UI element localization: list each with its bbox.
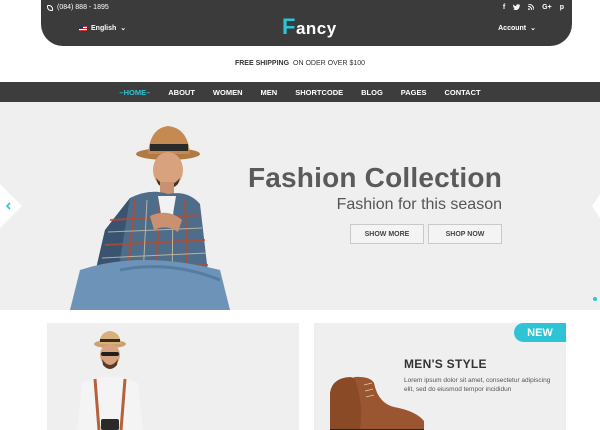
pinterest-icon[interactable]: p xyxy=(560,4,564,12)
account-label: Account xyxy=(498,24,527,32)
nav-pages[interactable]: PAGES xyxy=(392,88,436,97)
nav-women[interactable]: WOMEN xyxy=(204,88,252,97)
slider-next-arrow-icon[interactable] xyxy=(592,194,600,218)
rss-icon[interactable] xyxy=(528,3,535,12)
chevron-down-icon: ⌄ xyxy=(120,25,127,32)
show-more-button[interactable]: SHOW MORE xyxy=(350,224,424,244)
site-logo[interactable]: F ancy xyxy=(282,14,337,40)
nav-contact[interactable]: CONTACT xyxy=(435,88,489,97)
nav-men[interactable]: MEN xyxy=(252,88,287,97)
phone-contact: (084) 888 - 1895 xyxy=(47,4,109,11)
nav-about[interactable]: ABOUT xyxy=(159,88,204,97)
top-bar: (084) 888 - 1895 English ⌄ F ancy f G+ p… xyxy=(41,0,572,46)
chevron-down-icon: ⌄ xyxy=(530,25,536,32)
facebook-icon[interactable]: f xyxy=(503,4,505,12)
nav-shortcode[interactable]: SHORTCODE xyxy=(286,88,352,97)
hero-slider: Fashion Collection Fashion for this seas… xyxy=(0,102,600,310)
promo-card-mens-style[interactable]: NEW MEN'S STYLE Lorem ipsum dolor sit am… xyxy=(314,323,566,430)
language-selector[interactable]: English ⌄ xyxy=(79,24,126,32)
phone-number: (084) 888 - 1895 xyxy=(57,4,109,11)
shop-now-button[interactable]: SHOP NOW xyxy=(428,224,502,244)
shipping-text: ON ODER OVER $100 xyxy=(293,60,366,67)
shipping-notice: FREE SHIPPING ON ODER OVER $100 xyxy=(0,60,600,67)
shipping-bold: FREE SHIPPING xyxy=(234,60,290,67)
slider-prev-arrow-icon[interactable] xyxy=(0,184,22,228)
logo-text: ancy xyxy=(295,19,337,38)
language-label: English xyxy=(91,24,117,32)
mens-style-title: MEN'S STYLE xyxy=(404,357,487,371)
hero-title: Fashion Collection xyxy=(247,162,502,193)
nav-blog[interactable]: BLOG xyxy=(352,88,392,97)
social-links: f G+ p xyxy=(503,3,564,12)
hero-subtitle: Fashion for this season xyxy=(336,196,502,213)
promo-card-left[interactable] xyxy=(47,323,299,430)
twitter-icon[interactable] xyxy=(513,4,521,12)
slider-indicator-dot[interactable] xyxy=(593,297,597,301)
hero-buttons: SHOW MORE SHOP NOW xyxy=(350,224,502,244)
mens-style-description: Lorem ipsum dolor sit amet, consectetur … xyxy=(404,377,551,394)
logo-letter: F xyxy=(282,14,296,39)
man-with-camera-image xyxy=(77,331,143,430)
phone-icon xyxy=(47,4,53,11)
nav-home[interactable]: HOME xyxy=(110,88,159,97)
hero-model-image xyxy=(70,126,230,310)
leather-boots-image xyxy=(330,376,424,430)
main-nav: HOME ABOUT WOMEN MEN SHORTCODE BLOG PAGE… xyxy=(0,82,600,102)
new-badge: NEW xyxy=(514,323,566,342)
google-plus-icon[interactable]: G+ xyxy=(542,4,552,12)
account-menu[interactable]: Account ⌄ xyxy=(498,24,536,33)
us-flag-icon xyxy=(79,25,87,31)
